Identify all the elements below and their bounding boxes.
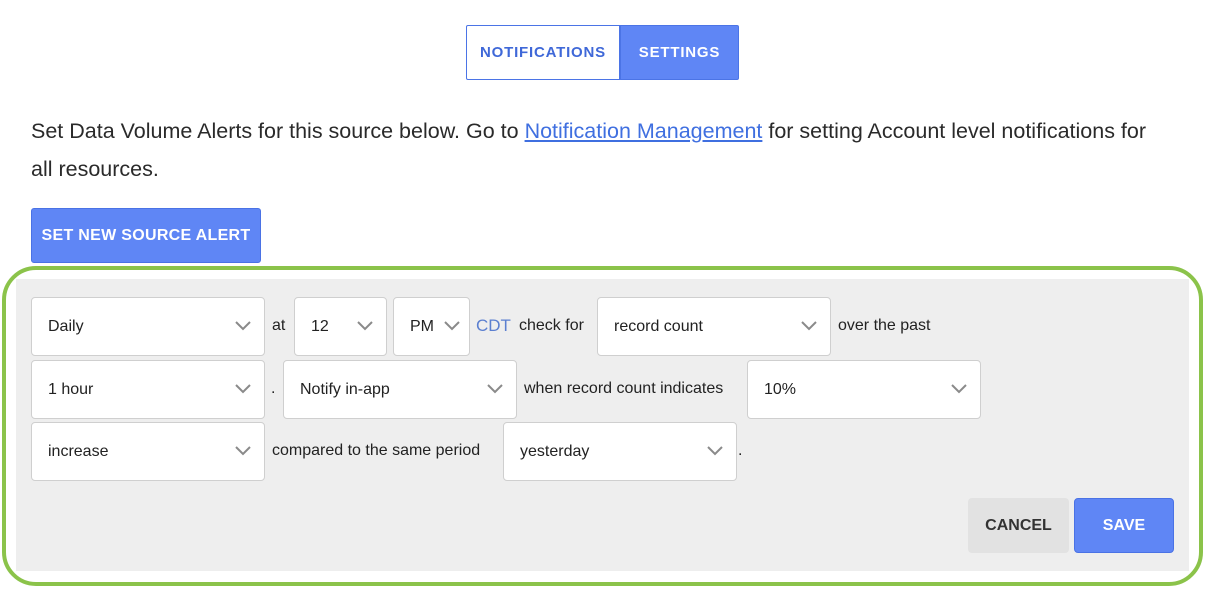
comparison-period-select[interactable]: yesterday: [503, 422, 737, 481]
tab-notifications[interactable]: NOTIFICATIONS: [466, 25, 620, 80]
hour-value: 12: [311, 317, 329, 335]
indicates-label: when record count indicates: [524, 380, 724, 397]
chevron-down-icon: [486, 381, 504, 395]
threshold-value: 10%: [764, 380, 797, 398]
period-end-dot: .: [271, 380, 276, 397]
comparison-period-value: yesterday: [520, 442, 590, 460]
chevron-down-icon: [234, 318, 252, 332]
period-select[interactable]: 1 hour: [31, 360, 265, 419]
at-label: at: [272, 317, 286, 334]
metric-select[interactable]: record count: [597, 297, 831, 356]
set-new-source-alert-button[interactable]: SET NEW SOURCE ALERT: [31, 208, 261, 263]
chevron-down-icon: [706, 443, 724, 457]
hour-select[interactable]: 12: [294, 297, 387, 356]
intro-text: Set Data Volume Alerts for this source b…: [31, 112, 1151, 188]
chevron-down-icon: [443, 318, 461, 332]
notify-method-select[interactable]: Notify in-app: [283, 360, 517, 419]
direction-value: increase: [48, 442, 109, 460]
compared-label: compared to the same period: [272, 442, 481, 459]
frequency-value: Daily: [48, 317, 84, 335]
tab-settings[interactable]: SETTINGS: [620, 25, 739, 80]
ampm-select[interactable]: PM: [393, 297, 470, 356]
view-tabs: NOTIFICATIONS SETTINGS: [466, 25, 739, 80]
chevron-down-icon: [234, 381, 252, 395]
period-value: 1 hour: [48, 380, 94, 398]
threshold-select[interactable]: 10%: [747, 360, 981, 419]
chevron-down-icon: [234, 443, 252, 457]
notify-method-value: Notify in-app: [300, 380, 390, 398]
over-the-past-label: over the past: [838, 317, 931, 334]
intro-text-start: Set Data Volume Alerts for this source b…: [31, 119, 525, 143]
sentence-end-dot: .: [738, 442, 743, 459]
chevron-down-icon: [356, 318, 374, 332]
chevron-down-icon: [800, 318, 818, 332]
metric-value: record count: [614, 317, 703, 335]
chevron-down-icon: [950, 381, 968, 395]
ampm-value: PM: [410, 317, 434, 335]
notification-management-link[interactable]: Notification Management: [525, 119, 763, 143]
check-for-label: check for: [519, 317, 584, 334]
direction-select[interactable]: increase: [31, 422, 265, 481]
cancel-button[interactable]: CANCEL: [968, 498, 1069, 553]
frequency-select[interactable]: Daily: [31, 297, 265, 356]
timezone-label: CDT: [476, 316, 511, 335]
save-button[interactable]: SAVE: [1074, 498, 1174, 553]
